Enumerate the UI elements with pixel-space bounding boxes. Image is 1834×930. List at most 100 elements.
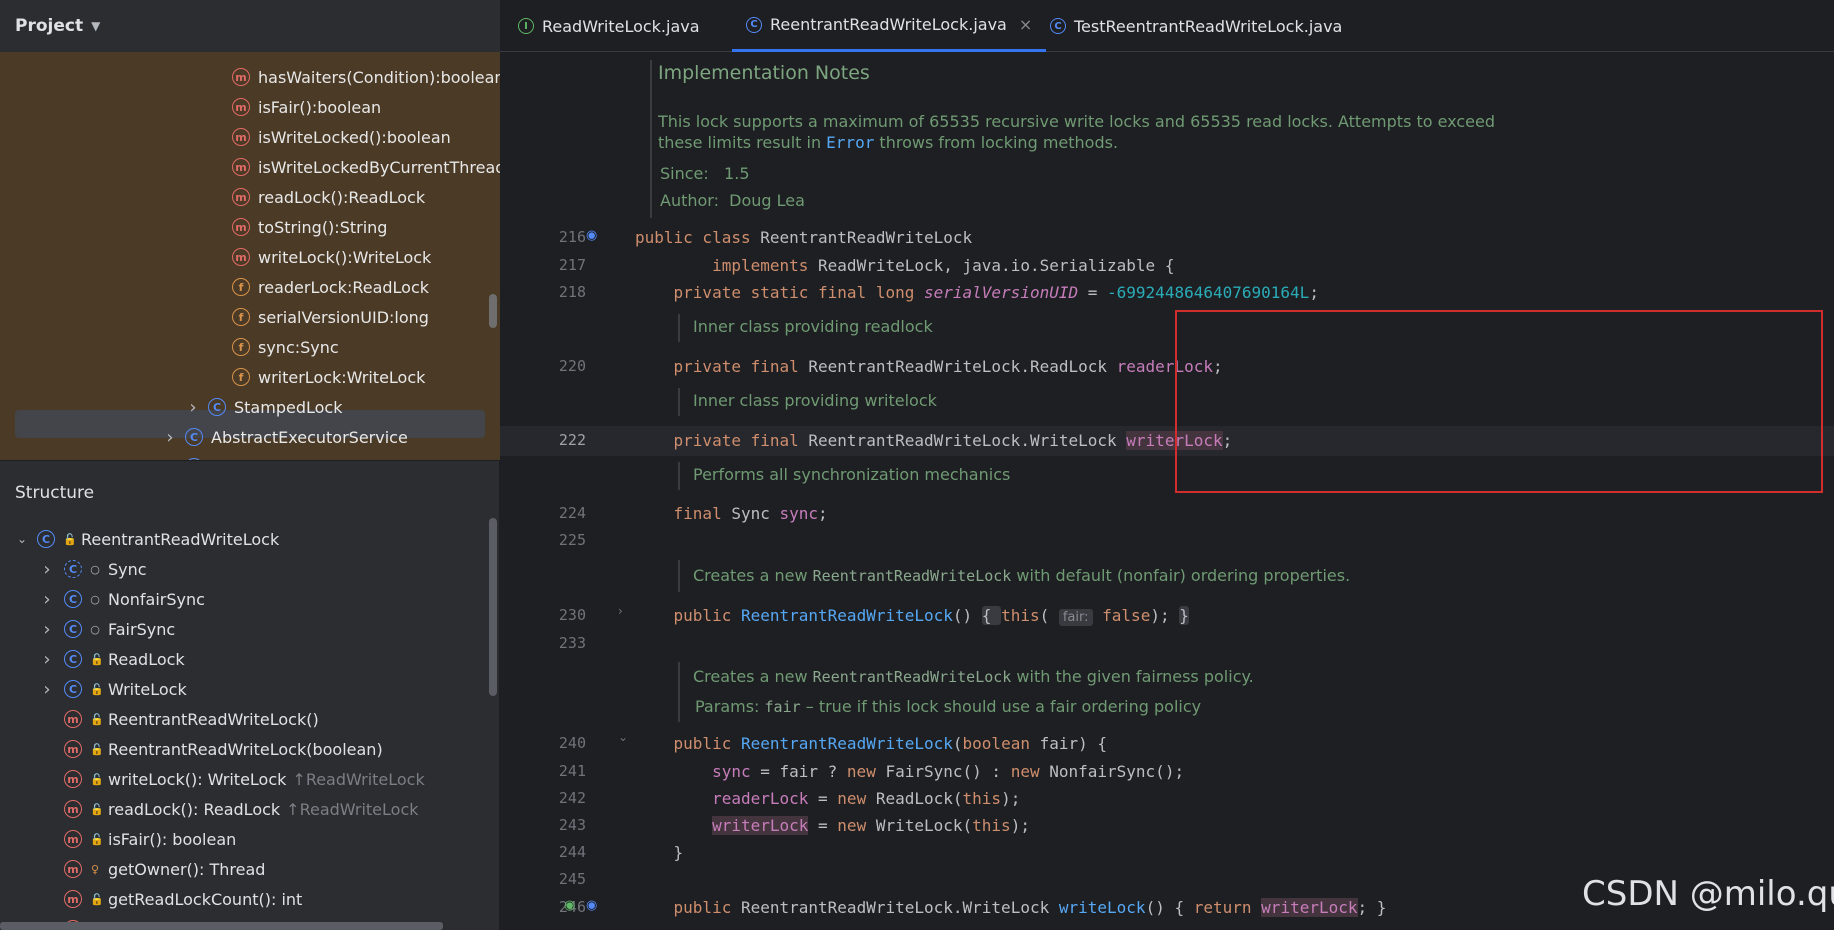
- chevron-down-icon[interactable]: ⌄: [15, 532, 29, 546]
- structure-item[interactable]: › C ○ Sync: [40, 554, 146, 584]
- structure-item[interactable]: › C 🔓 WriteLock: [40, 674, 187, 704]
- project-tree-item[interactable]: ›CArrayBlockingQueue: [163, 452, 375, 460]
- editor-tab[interactable]: I ReadWriteLock.java: [518, 0, 700, 52]
- project-panel-header[interactable]: Project ▼: [0, 0, 500, 52]
- method-icon: m: [64, 800, 82, 818]
- project-tree-item[interactable]: f serialVersionUID:long: [232, 302, 429, 332]
- class-icon: C: [64, 560, 82, 578]
- code-line-230[interactable]: public ReentrantReadWriteLock() { this( …: [635, 606, 1189, 626]
- code-line-244[interactable]: }: [635, 843, 684, 862]
- line-number: 230: [558, 606, 586, 624]
- public-icon: 🔓: [90, 652, 104, 666]
- interface-icon: I: [518, 18, 534, 34]
- watermark: CSDN @milo.qu: [1582, 874, 1834, 914]
- line-number: 216: [558, 228, 586, 246]
- overrides-marker-icon[interactable]: ◉: [564, 898, 575, 913]
- line-number: 225: [558, 531, 586, 549]
- project-tree-item[interactable]: m writeLock():WriteLock: [232, 242, 431, 272]
- structure-item[interactable]: m 🔓 ReentrantReadWriteLock(boolean): [64, 734, 383, 764]
- structure-item[interactable]: m 🔓 writeLock(): WriteLock ↑ReadWriteLock: [64, 764, 425, 794]
- doc-readlock: Inner class providing readlock: [693, 317, 933, 336]
- close-icon[interactable]: ×: [1019, 15, 1032, 34]
- project-tree-item-label: readLock():ReadLock: [258, 187, 426, 207]
- field-icon: f: [232, 368, 250, 386]
- method-icon: m: [64, 890, 82, 908]
- public-icon: 🔓: [90, 772, 104, 786]
- chevron-right-icon[interactable]: ›: [40, 589, 54, 610]
- code-line-216[interactable]: public class ReentrantReadWriteLock: [635, 228, 972, 247]
- structure-horizontal-scrollbar[interactable]: [0, 922, 443, 930]
- code-line-246[interactable]: public ReentrantReadWriteLock.WriteLock …: [635, 898, 1386, 917]
- project-tree-item-label: hasWaiters(Condition):boolean: [258, 67, 500, 87]
- project-scrollbar[interactable]: [489, 294, 497, 328]
- structure-item-label: writeLock(): WriteLock: [108, 769, 287, 789]
- project-tree-item[interactable]: m toString():String: [232, 212, 387, 242]
- since-label: Since:: [660, 164, 709, 183]
- project-tree-item[interactable]: m isWriteLockedByCurrentThread(: [232, 152, 500, 182]
- structure-item[interactable]: m 🔓 isFair(): boolean: [64, 824, 236, 854]
- structure-item[interactable]: › C ○ NonfairSync: [40, 584, 205, 614]
- project-tree-item[interactable]: f writerLock:WriteLock: [232, 362, 425, 392]
- class-icon: C: [64, 620, 82, 638]
- inherited-from-label: ↑ReadWriteLock: [286, 799, 419, 819]
- chevron-right-icon[interactable]: ›: [40, 679, 54, 700]
- structure-scrollbar[interactable]: [489, 518, 497, 696]
- project-tree-item[interactable]: f sync:Sync: [232, 332, 339, 362]
- method-icon: m: [232, 218, 250, 236]
- code-line-243[interactable]: writerLock = new WriteLock(this);: [635, 816, 1030, 835]
- since-row: Since: 1.5: [660, 164, 750, 183]
- chevron-down-icon[interactable]: ▼: [91, 19, 100, 33]
- editor-tab[interactable]: C ReentrantReadWriteLock.java ×: [732, 0, 1047, 52]
- code-line-222[interactable]: private final ReentrantReadWriteLock.Wri…: [635, 431, 1232, 450]
- doc-params: Params: fair – true if this lock should …: [695, 697, 1201, 716]
- structure-item[interactable]: › C ○ FairSync: [40, 614, 175, 644]
- chevron-right-icon[interactable]: ›: [163, 427, 177, 448]
- structure-root[interactable]: ⌄ C 🔓 ReentrantReadWriteLock: [15, 524, 279, 554]
- code-editor[interactable]: I ReadWriteLock.java C ReentrantReadWriteLo…: [500, 0, 1834, 930]
- code-line-217[interactable]: implements ReadWriteLock, java.io.Serial…: [635, 256, 1174, 275]
- editor-tab[interactable]: C TestReentrantReadWriteLock.java: [1050, 0, 1342, 52]
- since-value: 1.5: [724, 164, 750, 183]
- structure-item-label: isFair(): boolean: [108, 829, 237, 849]
- structure-item[interactable]: › C 🔓 ReadLock: [40, 644, 184, 674]
- code-line-218[interactable]: private static final long serialVersionU…: [635, 283, 1319, 302]
- code-line-242[interactable]: readerLock = new ReadLock(this);: [635, 789, 1020, 808]
- project-tree-item-label: sync:Sync: [258, 337, 339, 357]
- doc-bar: [678, 388, 680, 416]
- project-tree-item[interactable]: m isFair():boolean: [232, 92, 381, 122]
- chevron-right-icon[interactable]: ›: [40, 619, 54, 640]
- error-link[interactable]: Error: [826, 133, 874, 152]
- author-label: Author:: [660, 191, 719, 210]
- structure-item-label: ReentrantReadWriteLock(boolean): [108, 739, 383, 759]
- structure-item[interactable]: m 🔓 getReadLockCount(): int: [64, 884, 302, 914]
- project-tree-item[interactable]: m hasWaiters(Condition):boolean: [232, 62, 500, 92]
- code-line-224[interactable]: final Sync sync;: [635, 504, 828, 523]
- project-tree-item[interactable]: f readerLock:ReadLock: [232, 272, 429, 302]
- structure-item[interactable]: m 🔓 ReentrantReadWriteLock(): [64, 704, 319, 734]
- project-tree-item[interactable]: m readLock():ReadLock: [232, 182, 425, 212]
- project-tree-item-label: AbstractExecutorService: [211, 427, 408, 447]
- project-tree-item[interactable]: › C AbstractExecutorService: [163, 422, 408, 452]
- project-tree-item[interactable]: m isWriteLocked():boolean: [232, 122, 451, 152]
- structure-item[interactable]: m 🔓 readLock(): ReadLock ↑ReadWriteLock: [64, 794, 419, 824]
- annotation-red-box: [1175, 310, 1823, 493]
- implemented-marker-icon[interactable]: ◉: [586, 898, 597, 913]
- fold-collapse-icon[interactable]: ⌄: [618, 730, 628, 744]
- code-line-240[interactable]: public ReentrantReadWriteLock(boolean fa…: [635, 734, 1108, 753]
- structure-item-label: WriteLock: [108, 679, 187, 699]
- implemented-marker-icon[interactable]: ◉: [586, 228, 597, 243]
- code-line-220[interactable]: private final ReentrantReadWriteLock.Rea…: [635, 357, 1223, 376]
- chevron-right-icon[interactable]: ›: [186, 397, 200, 418]
- fold-expand-icon[interactable]: ›: [618, 604, 623, 618]
- chevron-right-icon[interactable]: ›: [40, 649, 54, 670]
- structure-item-label: readLock(): ReadLock: [108, 799, 281, 819]
- structure-item[interactable]: m ♀ getOwner(): Thread: [64, 854, 265, 884]
- class-icon: C: [746, 16, 762, 33]
- public-icon: 🔓: [90, 802, 104, 816]
- line-gutter: 216 217 218 220 222 224 225 230 233 240 241 242 243 2…: [500, 52, 632, 930]
- doc-bar: [678, 560, 680, 592]
- chevron-right-icon[interactable]: ›: [40, 559, 54, 580]
- code-line-241[interactable]: sync = fair ? new FairSync() : new Nonfa…: [635, 762, 1184, 781]
- project-tree-item[interactable]: › C StampedLock: [186, 392, 342, 422]
- field-icon: f: [232, 308, 250, 326]
